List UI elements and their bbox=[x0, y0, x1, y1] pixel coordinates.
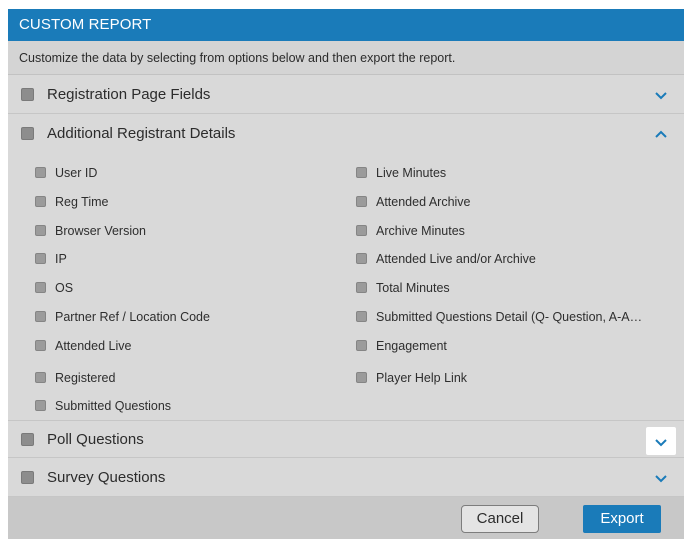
option-label: Submitted Questions bbox=[55, 399, 172, 413]
checkbox[interactable] bbox=[35, 253, 46, 264]
option-label: Submitted Questions Detail (Q- Question,… bbox=[376, 310, 643, 324]
chevron-down-icon[interactable] bbox=[646, 427, 676, 455]
section-checkbox[interactable] bbox=[21, 127, 34, 140]
checkbox[interactable] bbox=[35, 167, 46, 178]
section-registration-page-fields[interactable]: Registration Page Fields bbox=[8, 76, 684, 114]
checkbox[interactable] bbox=[35, 225, 46, 236]
checkbox[interactable] bbox=[356, 225, 367, 236]
section-survey-questions[interactable]: Survey Questions bbox=[8, 459, 684, 497]
option-label: IP bbox=[55, 252, 67, 266]
custom-report-dialog: CUSTOM REPORT Customize the data by sele… bbox=[8, 9, 684, 539]
checkbox[interactable] bbox=[356, 340, 367, 351]
option-label: Engagement bbox=[376, 339, 447, 353]
chevron-down-icon[interactable] bbox=[654, 88, 668, 102]
checkbox[interactable] bbox=[356, 311, 367, 322]
option-label: OS bbox=[55, 281, 74, 295]
option-label: Archive Minutes bbox=[376, 224, 465, 238]
section-checkbox[interactable] bbox=[21, 433, 34, 446]
cancel-button[interactable]: Cancel bbox=[461, 505, 539, 533]
checkbox[interactable] bbox=[356, 167, 367, 178]
dialog-subtitle: Customize the data by selecting from opt… bbox=[8, 41, 684, 75]
section-label: Registration Page Fields bbox=[47, 86, 211, 103]
chevron-down-icon[interactable] bbox=[654, 471, 668, 485]
section-additional-registrant-details[interactable]: Additional Registrant Details bbox=[8, 115, 684, 153]
checkbox[interactable] bbox=[35, 400, 46, 411]
option-label: Partner Ref / Location Code bbox=[55, 310, 210, 324]
export-button[interactable]: Export bbox=[583, 505, 661, 533]
checkbox[interactable] bbox=[356, 372, 367, 383]
option-label: Player Help Link bbox=[376, 371, 468, 385]
checkbox[interactable] bbox=[35, 372, 46, 383]
option-label: Total Minutes bbox=[376, 281, 450, 295]
option-label: Attended Live and/or Archive bbox=[376, 252, 536, 266]
option-label: Registered bbox=[55, 371, 116, 385]
section-poll-questions[interactable]: Poll Questions bbox=[8, 420, 684, 458]
section-checkbox[interactable] bbox=[21, 88, 34, 101]
checkbox[interactable] bbox=[356, 196, 367, 207]
section-label: Poll Questions bbox=[47, 431, 144, 448]
option-label: Live Minutes bbox=[376, 166, 447, 180]
option-label: User ID bbox=[55, 166, 98, 180]
section-checkbox[interactable] bbox=[21, 471, 34, 484]
checkbox[interactable] bbox=[35, 282, 46, 293]
checkbox[interactable] bbox=[35, 196, 46, 207]
option-label: Reg Time bbox=[55, 195, 109, 209]
checkbox[interactable] bbox=[356, 253, 367, 264]
checkbox[interactable] bbox=[356, 282, 367, 293]
chevron-up-icon[interactable] bbox=[654, 127, 668, 141]
section-label: Additional Registrant Details bbox=[47, 125, 236, 142]
dialog-title: CUSTOM REPORT bbox=[8, 9, 684, 41]
checkbox[interactable] bbox=[35, 340, 46, 351]
dialog-footer: Cancel Export bbox=[8, 497, 684, 539]
option-label: Browser Version bbox=[55, 224, 147, 238]
section-label: Survey Questions bbox=[47, 469, 166, 486]
option-label: Attended Live bbox=[55, 339, 132, 353]
checkbox[interactable] bbox=[35, 311, 46, 322]
option-label: Attended Archive bbox=[376, 195, 471, 209]
